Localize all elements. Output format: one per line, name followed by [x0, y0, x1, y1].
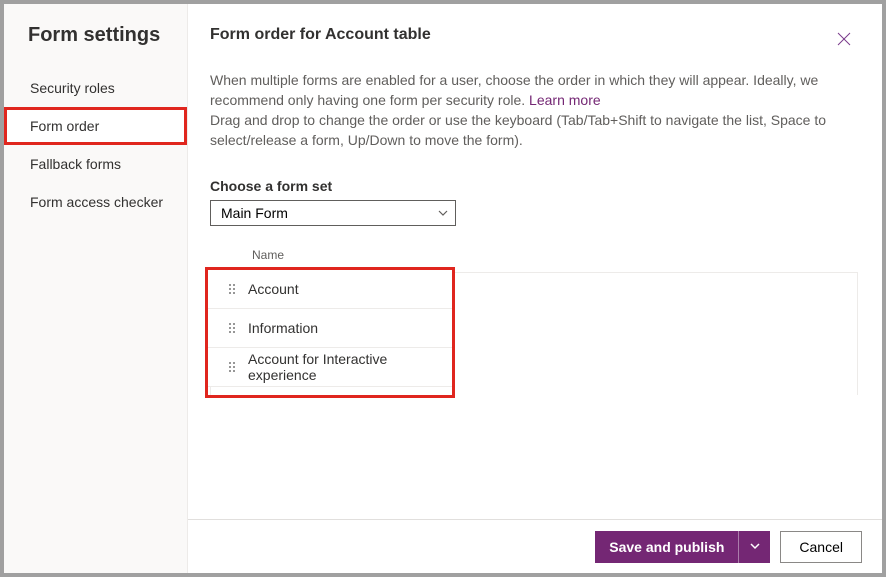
content: Form order for Account table When multip… — [188, 4, 882, 519]
content-header: Form order for Account table — [210, 26, 858, 54]
dialog-body: Form settings Security roles Form order … — [4, 4, 882, 573]
list-item-name: Information — [248, 320, 318, 336]
cancel-button[interactable]: Cancel — [780, 531, 862, 563]
sidebar-item-security-roles[interactable]: Security roles — [4, 69, 187, 107]
form-set-select-wrap: Main Form — [210, 200, 456, 226]
list-item-name: Account for Interactive experience — [248, 351, 452, 383]
save-and-publish-split-button: Save and publish — [595, 531, 770, 563]
description-text-2: Drag and drop to change the order or use… — [210, 112, 826, 148]
form-list-highlight: Account Information — [208, 270, 452, 395]
learn-more-link[interactable]: Learn more — [529, 92, 601, 108]
sidebar-item-form-access-checker[interactable]: Form access checker — [4, 183, 187, 221]
drag-handle-icon[interactable] — [228, 322, 236, 334]
chevron-down-icon — [750, 539, 760, 554]
sidebar-item-form-order[interactable]: Form order — [4, 107, 187, 145]
list-item-name: Account — [248, 281, 299, 297]
form-settings-dialog: Form settings Security roles Form order … — [4, 4, 882, 573]
list-column-header-name: Name — [210, 248, 858, 272]
description: When multiple forms are enabled for a us… — [210, 70, 850, 150]
sidebar-item-fallback-forms[interactable]: Fallback forms — [4, 145, 187, 183]
save-and-publish-menu-button[interactable] — [738, 531, 770, 563]
description-text-1: When multiple forms are enabled for a us… — [210, 72, 818, 108]
sidebar: Form settings Security roles Form order … — [4, 4, 188, 573]
footer: Save and publish Cancel — [188, 519, 882, 573]
page-title: Form order for Account table — [210, 26, 431, 44]
drag-handle-icon[interactable] — [228, 283, 236, 295]
list-item[interactable]: Account — [208, 270, 452, 309]
sidebar-title: Form settings — [4, 24, 187, 69]
form-set-select[interactable]: Main Form — [210, 200, 456, 226]
form-list-area: Name Account — [210, 248, 858, 395]
form-set-field: Choose a form set Main Form — [210, 178, 858, 226]
form-set-label: Choose a form set — [210, 178, 858, 194]
list-item[interactable]: Account for Interactive experience — [208, 348, 452, 387]
save-and-publish-button[interactable]: Save and publish — [595, 531, 738, 563]
form-list: Account Information — [210, 272, 858, 395]
close-icon — [837, 32, 851, 49]
list-item[interactable]: Information — [208, 309, 452, 348]
main-area: Form order for Account table When multip… — [188, 4, 882, 573]
close-button[interactable] — [830, 26, 858, 54]
drag-handle-icon[interactable] — [228, 361, 236, 373]
